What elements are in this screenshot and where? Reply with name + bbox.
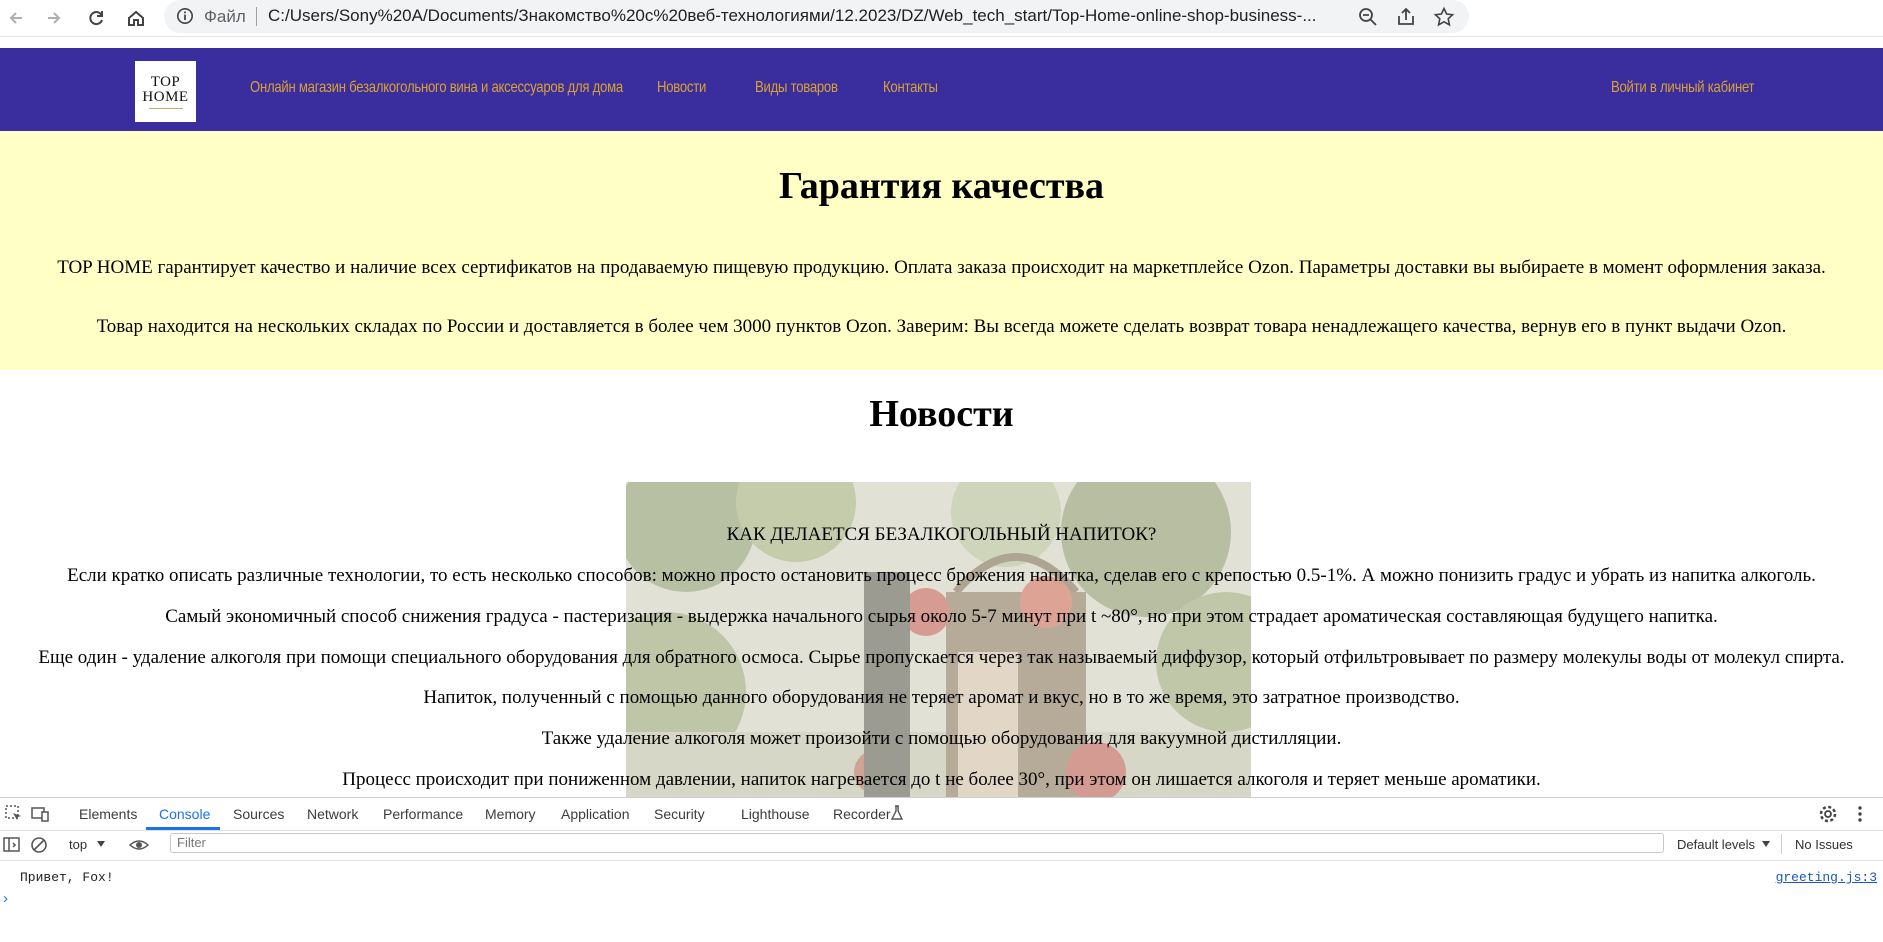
share-icon[interactable] [1395,6,1417,28]
devtools-tab-bar: Elements Console Sources Network Perform… [0,798,1883,831]
devtools-panel: Elements Console Sources Network Perform… [0,797,1883,942]
reload-icon [89,11,103,26]
news-paragraph: Еще один - удаление алкоголя при помощи … [38,647,1845,668]
scheme-label: Файл [204,7,246,26]
star-icon[interactable] [1433,6,1455,28]
back-button[interactable] [2,4,30,32]
console-prompt[interactable]: › [3,890,8,907]
eye-icon[interactable] [129,835,149,855]
quality-section: Гарантия качества TOP HOME гарантирует к… [0,131,1883,370]
home-button[interactable] [122,4,150,32]
news-paragraph: КАК ДЕЛАЕТСЯ БЕЗАЛКОГОЛЬНЫЙ НАПИТОК? [726,524,1157,545]
nav-link-news[interactable]: Новости [657,79,706,97]
arrow-left-icon [9,12,22,24]
log-levels-dropdown[interactable]: Default levels [1677,837,1755,852]
tab-memory[interactable]: Memory [485,806,536,822]
news-paragraph: Напиток, полученный с помощью данного об… [423,687,1460,708]
site-header: TOP HOME Онлайн магазин безалкогольного … [0,48,1883,131]
logo-line-top: TOP [150,73,181,90]
news-paragraph: Также удаление алкоголя может произойти … [541,728,1342,749]
logo-line-bottom: HOME [142,88,189,105]
inspect-element-icon[interactable] [4,804,24,824]
omnibox-divider [256,7,257,26]
console-source-link[interactable]: greeting.js:3 [1776,870,1877,885]
info-icon[interactable] [176,7,194,25]
quality-title: Гарантия качества [778,165,1105,207]
console-log-message: Привет, Fox! [20,870,114,885]
nav-link-products[interactable]: Виды товаров [755,79,838,97]
tab-sources[interactable]: Sources [233,806,284,822]
tab-elements[interactable]: Elements [79,806,137,822]
clear-console-icon[interactable] [29,835,49,855]
chevron-down-icon [97,841,105,847]
reload-button[interactable] [82,4,110,32]
sidebar-toggle-icon[interactable] [2,835,22,855]
context-selector[interactable]: top [69,837,87,852]
nav-link-contacts[interactable]: Контакты [883,79,938,97]
console-filter-input[interactable]: Filter [170,833,1664,853]
issues-counter[interactable]: No Issues [1795,837,1853,852]
toolbar-divider [1781,834,1782,854]
chevron-down-icon [1762,841,1770,847]
settings-gear-icon[interactable] [1818,804,1838,824]
tab-security[interactable]: Security [654,806,705,822]
device-toolbar-icon[interactable] [30,804,50,824]
tab-application[interactable]: Application [561,806,630,822]
site-logo[interactable]: TOP HOME [135,61,196,122]
home-icon [128,10,144,26]
forward-button[interactable] [40,4,68,32]
arrow-right-icon [48,12,61,24]
browser-toolbar: Файл C:/Users/Sony%20A/Documents/Знакомс… [0,0,1883,37]
news-paragraph: Процесс происходит при пониженном давлен… [342,769,1541,790]
news-paragraph: Если кратко описать различные технологии… [67,565,1816,586]
tab-console[interactable]: Console [159,806,210,822]
console-toolbar: top Filter Default levels No Issues [0,830,1883,861]
quality-paragraph: TOP HOME гарантирует качество и наличие … [57,257,1826,278]
zoom-icon[interactable] [1357,6,1379,28]
tab-network[interactable]: Network [307,806,358,822]
nav-link-shop[interactable]: Онлайн магазин безалкогольного вина и ак… [250,79,623,97]
more-options-icon[interactable] [1850,804,1870,824]
quality-paragraph: Товар находится на нескольких складах по… [96,316,1787,337]
news-title: Новости [869,393,1014,435]
flask-icon [890,805,904,820]
tab-lighthouse[interactable]: Lighthouse [741,806,810,822]
news-paragraph: Самый экономичный способ снижения градус… [165,606,1718,627]
url-text[interactable]: C:/Users/Sony%20A/Documents/Знакомство%2… [268,6,1348,26]
login-link[interactable]: Войти в личный кабинет [1611,79,1755,97]
address-bar[interactable]: Файл C:/Users/Sony%20A/Documents/Знакомс… [164,0,1469,33]
tab-recorder[interactable]: Recorder [833,806,891,822]
logo-underline [148,107,183,109]
tab-performance[interactable]: Performance [383,806,463,822]
